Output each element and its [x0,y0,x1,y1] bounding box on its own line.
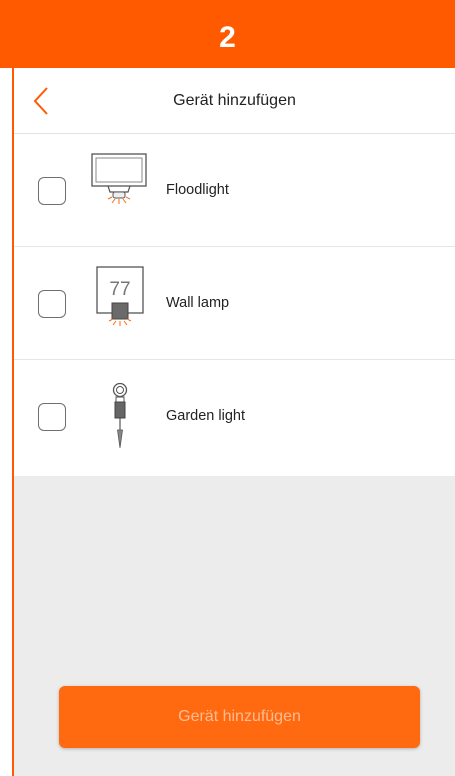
list-item[interactable]: Garden light [14,360,455,473]
wall-lamp-checkbox[interactable] [38,290,66,318]
wall-lamp-number: 77 [109,279,130,300]
device-label: Garden light [166,408,245,424]
chevron-left-icon [33,87,48,115]
device-label: Floodlight [166,182,229,198]
add-device-screen: Gerät hinzufügen Floodlight 77 Wall lamp… [12,68,455,776]
page-title: Gerät hinzufügen [173,92,296,109]
wall-lamp-icon: 77 [96,266,144,326]
add-device-button[interactable]: Gerät hinzufügen [59,686,420,748]
garden-light-icon [112,382,128,449]
device-list: Floodlight 77 Wall lamp Garden light [14,134,455,473]
list-item[interactable]: Floodlight [14,134,455,247]
step-number: 2 [219,21,236,54]
floodlight-checkbox[interactable] [38,177,66,205]
list-item[interactable]: 77 Wall lamp [14,247,455,360]
footer-area: Gerät hinzufügen [14,476,455,776]
step-header: 2 [0,0,455,68]
floodlight-icon [91,153,147,204]
garden-light-checkbox[interactable] [38,403,66,431]
back-button[interactable] [30,86,54,116]
device-label: Wall lamp [166,295,230,311]
page-header: Gerät hinzufügen [14,68,455,134]
